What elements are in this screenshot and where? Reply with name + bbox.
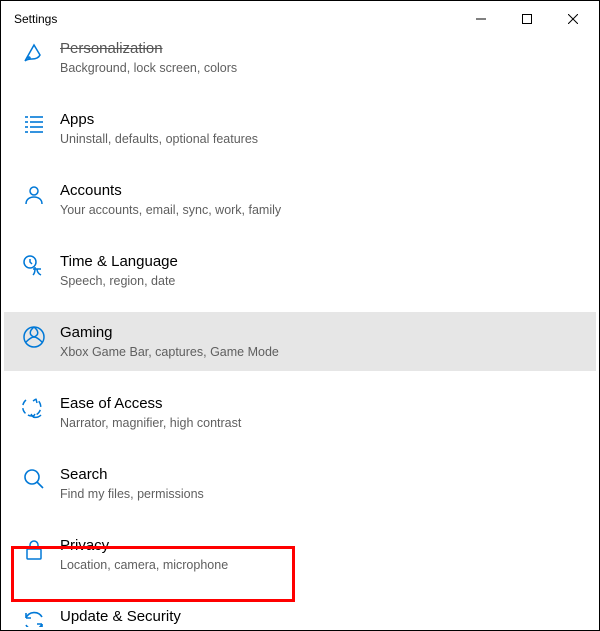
settings-list: Personalization Background, lock screen,… [4,34,596,627]
settings-item-personalization[interactable]: Personalization Background, lock screen,… [4,34,596,87]
item-title: Search [60,465,204,485]
gaming-icon [22,325,46,349]
item-title: Ease of Access [60,394,241,414]
privacy-icon [22,538,46,562]
item-title: Update & Security [60,607,256,627]
search-icon [22,467,46,491]
personalization-icon [22,41,46,65]
window-controls [458,4,596,34]
settings-item-search[interactable]: Search Find my files, permissions [4,454,596,513]
settings-item-time-language[interactable]: Time & Language Speech, region, date [4,241,596,300]
update-security-icon [22,609,46,627]
settings-item-apps[interactable]: Apps Uninstall, defaults, optional featu… [4,99,596,158]
item-title: Personalization [60,39,237,59]
accounts-icon [22,183,46,207]
titlebar: Settings [4,4,596,34]
settings-item-gaming[interactable]: Gaming Xbox Game Bar, captures, Game Mod… [4,312,596,371]
item-desc: Location, camera, microphone [60,557,228,573]
settings-item-update-security[interactable]: Update & Security Windows Update, recove… [4,596,596,627]
item-title: Gaming [60,323,279,343]
time-language-icon [22,254,46,278]
item-desc: Narrator, magnifier, high contrast [60,415,241,431]
item-title: Accounts [60,181,281,201]
minimize-button[interactable] [458,4,504,34]
maximize-button[interactable] [504,4,550,34]
item-desc: Find my files, permissions [60,486,204,502]
item-desc: Your accounts, email, sync, work, family [60,202,281,218]
settings-item-privacy[interactable]: Privacy Location, camera, microphone [4,525,596,584]
ease-of-access-icon [22,396,46,420]
apps-icon [22,112,46,136]
item-desc: Xbox Game Bar, captures, Game Mode [60,344,279,360]
item-desc: Speech, region, date [60,273,178,289]
settings-item-accounts[interactable]: Accounts Your accounts, email, sync, wor… [4,170,596,229]
item-title: Time & Language [60,252,178,272]
item-title: Apps [60,110,258,130]
item-title: Privacy [60,536,228,556]
item-desc: Uninstall, defaults, optional features [60,131,258,147]
settings-item-ease-of-access[interactable]: Ease of Access Narrator, magnifier, high… [4,383,596,442]
window-title: Settings [14,12,57,26]
item-desc: Background, lock screen, colors [60,60,237,76]
close-button[interactable] [550,4,596,34]
